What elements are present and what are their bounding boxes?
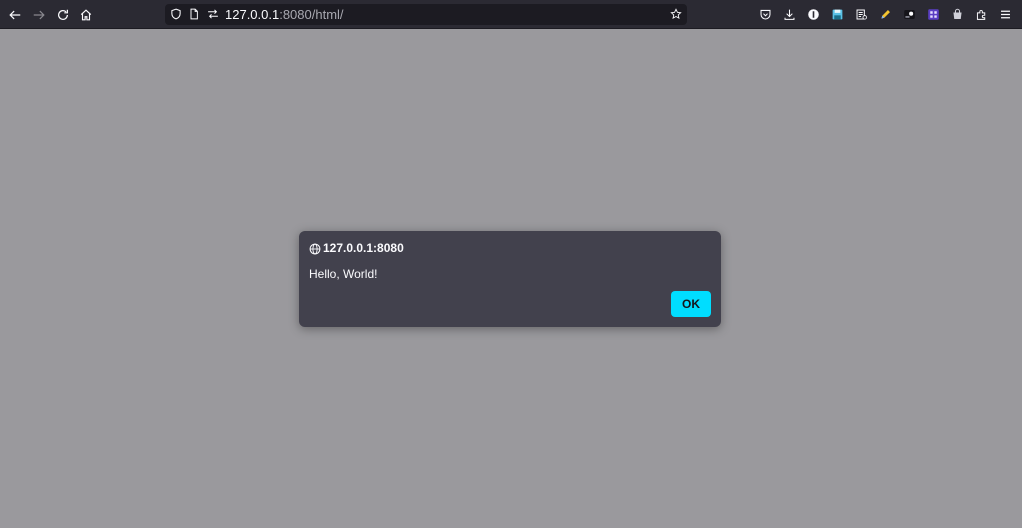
ok-button[interactable]: OK xyxy=(671,291,711,317)
globe-icon xyxy=(309,243,321,255)
dialog-message: Hello, World! xyxy=(309,267,378,281)
star-icon[interactable] xyxy=(669,7,683,21)
dialog-origin: 127.0.0.1:8080 xyxy=(323,241,404,255)
back-button[interactable] xyxy=(6,6,24,24)
extension-dark-icon[interactable] xyxy=(902,7,917,22)
url-host: 127.0.0.1 xyxy=(225,7,280,22)
extension-purple-icon[interactable] xyxy=(926,7,941,22)
reload-icon xyxy=(58,9,68,20)
alert-dialog: 127.0.0.1:8080 Hello, World! OK xyxy=(299,231,721,327)
arrow-left-icon xyxy=(9,10,21,20)
pencil-icon[interactable] xyxy=(878,7,893,22)
download-icon[interactable] xyxy=(782,7,797,22)
extension-bag-icon[interactable] xyxy=(950,7,965,22)
reload-button[interactable] xyxy=(54,6,72,24)
home-icon xyxy=(80,9,92,21)
browser-toolbar: 127.0.0.1:8080/html/ xyxy=(0,0,1022,29)
home-button[interactable] xyxy=(77,6,95,24)
address-bar[interactable]: 127.0.0.1:8080/html/ xyxy=(165,4,687,25)
forward-button[interactable] xyxy=(30,6,48,24)
reader-icon[interactable] xyxy=(854,7,869,22)
page-icon[interactable] xyxy=(187,7,201,21)
save-icon[interactable] xyxy=(830,7,845,22)
permissions-icon[interactable] xyxy=(206,7,220,21)
pocket-icon[interactable] xyxy=(758,7,773,22)
arrow-right-icon xyxy=(33,10,45,20)
url-text[interactable]: 127.0.0.1:8080/html/ xyxy=(225,7,344,22)
extensions-puzzle-icon[interactable] xyxy=(974,7,989,22)
url-path: :8080/html/ xyxy=(279,7,344,22)
extension-i-icon[interactable] xyxy=(806,7,821,22)
shield-icon[interactable] xyxy=(169,7,183,21)
menu-icon[interactable] xyxy=(998,7,1013,22)
